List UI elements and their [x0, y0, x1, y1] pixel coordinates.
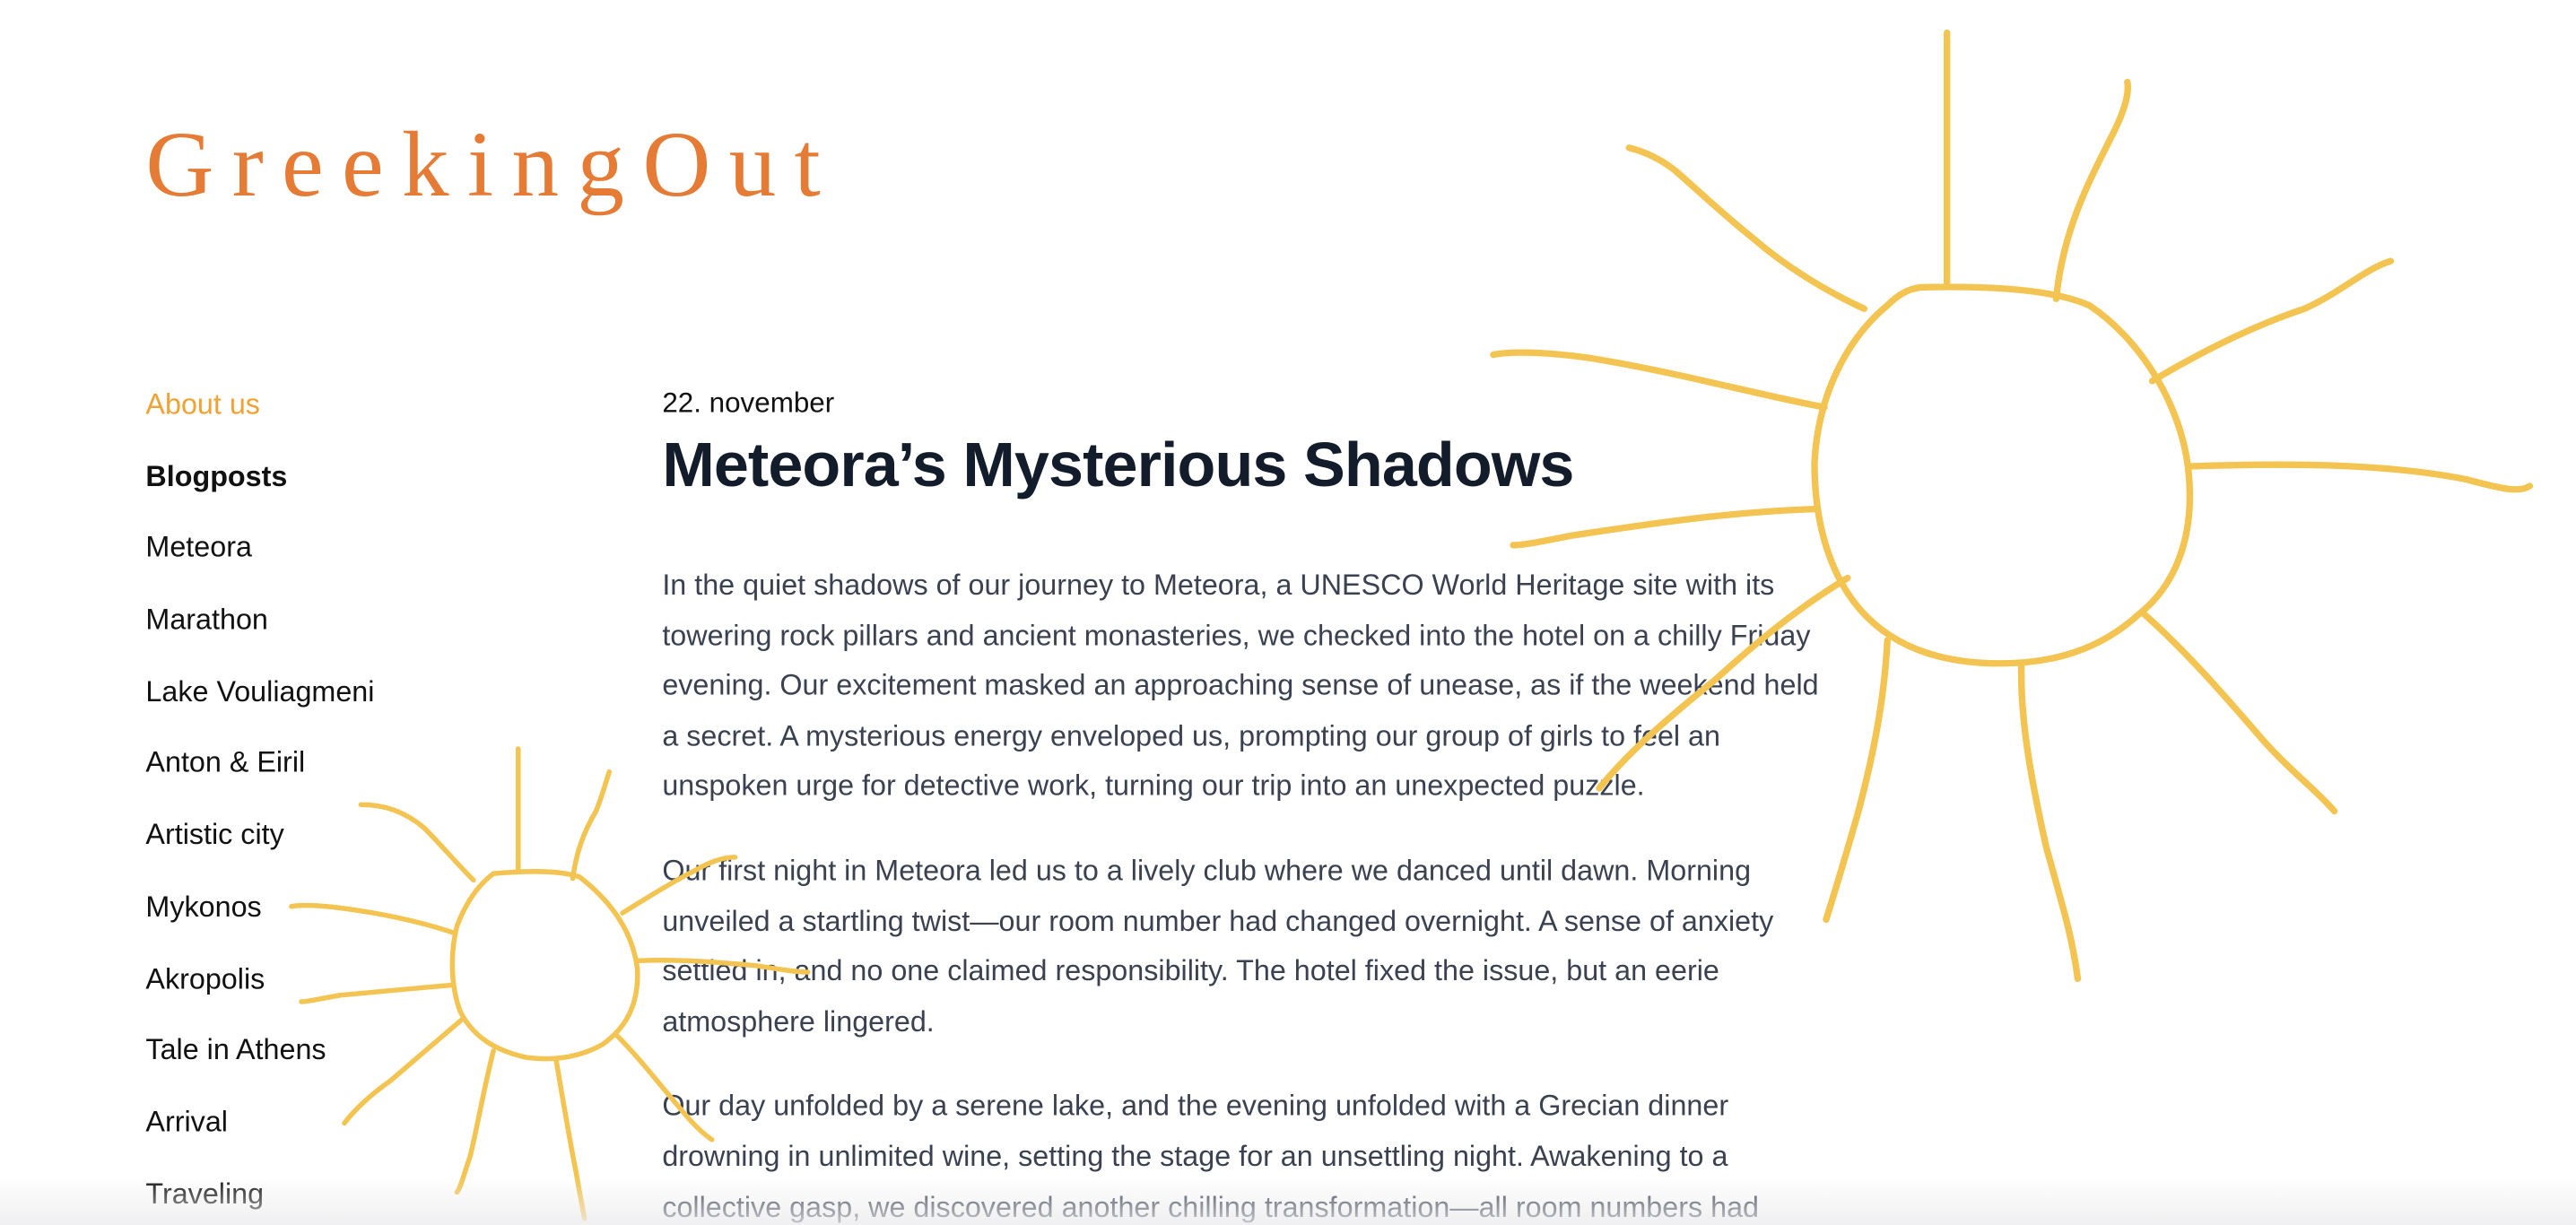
sidebar-item-traveling[interactable]: Traveling — [145, 1170, 559, 1225]
sidebar-item-meteora[interactable]: Meteora — [145, 525, 559, 596]
sidebar-item-lake-vouliagmeni[interactable]: Lake Vouliagmeni — [145, 668, 559, 740]
sidebar-item-marathon[interactable]: Marathon — [145, 596, 559, 668]
blog-post: 22. november Meteora’s Mysterious Shadow… — [662, 387, 1821, 1225]
post-paragraph: Our first night in Meteora led us to a l… — [662, 854, 1774, 1038]
post-paragraph: Our day unfolded by a serene lake, and t… — [662, 1089, 1760, 1223]
sidebar-item-mykonos[interactable]: Mykonos — [145, 883, 559, 955]
sidebar-item-arrival[interactable]: Arrival — [145, 1099, 559, 1170]
post-body: In the quiet shadows of our journey to M… — [662, 560, 1821, 1225]
post-date: 22. november — [662, 387, 835, 419]
sidebar-item-akropolis[interactable]: Akropolis — [145, 955, 559, 1027]
post-paragraph: In the quiet shadows of our journey to M… — [662, 568, 1819, 803]
sidebar-item-about-us[interactable]: About us — [145, 381, 559, 453]
site-logo[interactable]: GreekingOut — [145, 118, 839, 212]
sidebar-item-artistic-city[interactable]: Artistic city — [145, 812, 559, 883]
post-title: Meteora’s Mysterious Shadows — [662, 431, 1574, 501]
sidebar-nav: About us Blogposts Meteora Marathon Lake… — [145, 381, 559, 1225]
sidebar-item-tale-in-athens[interactable]: Tale in Athens — [145, 1027, 559, 1099]
sidebar-heading-blogposts[interactable]: Blogposts — [145, 453, 559, 525]
sidebar-item-anton-eiril[interactable]: Anton & Eiril — [145, 740, 559, 812]
page: GreekingOut About us Blogposts Meteora M… — [0, 0, 2576, 1225]
